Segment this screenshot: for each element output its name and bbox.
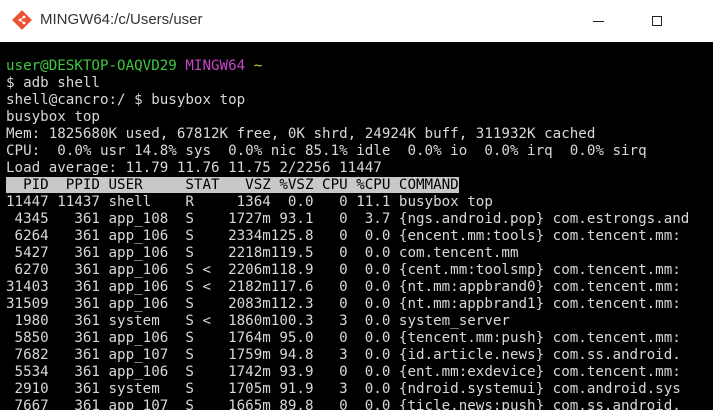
command-line: shell@cancro:/ $ busybox top	[6, 92, 246, 108]
table-row: 5427 361 app_106 S 2218m119.5 0 0.0 com.…	[6, 245, 519, 261]
table-row: 1980 361 system S < 1860m100.3 3 0.0 sys…	[6, 313, 510, 329]
git-bash-icon	[12, 10, 32, 30]
table-row: 31509 361 app_106 S 2083m112.3 0 0.0 {nt…	[6, 296, 681, 312]
mem-line: Mem: 1825680K used, 67812K free, 0K shrd…	[6, 126, 596, 142]
load-average-line: Load average: 11.79 11.76 11.75 2/2256 1…	[6, 160, 382, 176]
window-title: MINGW64:/c/Users/user	[40, 11, 203, 28]
table-row: 11447 11437 shell R 1364 0.0 0 11.1 busy…	[6, 194, 493, 210]
table-header-text: PID PPID USER STAT VSZ %VSZ CPU %CPU COM…	[6, 177, 459, 193]
prompt-user-host: user@DESKTOP-OAQVD29	[6, 58, 177, 74]
output-line: busybox top	[6, 109, 100, 125]
minimize-button[interactable]	[575, 0, 621, 42]
prompt-shell: MINGW64	[185, 58, 246, 74]
table-row: 31403 361 app_106 S < 2182m117.6 0 0.0 {…	[6, 279, 681, 295]
terminal-output[interactable]: user@DESKTOP-OAQVD29 MINGW64 ~ $ adb she…	[0, 42, 713, 410]
minimize-icon	[592, 20, 604, 22]
table-row: 7667 361 app_107 S 1665m 89.8 0 0.0 {tic…	[6, 398, 681, 410]
table-row: 5534 361 app_106 S 1742m 93.9 0 0.0 {ent…	[6, 364, 681, 380]
prompt-line: user@DESKTOP-OAQVD29 MINGW64 ~	[6, 58, 262, 75]
cpu-line: CPU: 0.0% usr 14.8% sys 0.0% nic 85.1% i…	[6, 143, 647, 159]
title-bar: MINGW64:/c/Users/user	[0, 0, 713, 42]
table-row: 4345 361 app_108 S 1727m 93.1 0 3.7 {ngs…	[6, 211, 690, 227]
prompt-path: ~	[253, 58, 263, 74]
table-row: 7682 361 app_107 S 1759m 94.8 3 0.0 {id.…	[6, 347, 681, 363]
process-table-header: PID PPID USER STAT VSZ %VSZ CPU %CPU COM…	[6, 177, 459, 194]
table-row: 5850 361 app_106 S 1764m 95.0 0 0.0 {ten…	[6, 330, 681, 346]
table-row: 2910 361 system S 1705m 91.9 3 0.0 {ndro…	[6, 381, 681, 397]
table-row: 6264 361 app_106 S 2334m125.8 0 0.0 {enc…	[6, 228, 681, 244]
table-row: 6270 361 app_106 S < 2206m118.9 0 0.0 {c…	[6, 262, 681, 278]
maximize-button[interactable]	[634, 0, 680, 42]
command-line: $ adb shell	[6, 75, 100, 91]
maximize-icon	[652, 16, 662, 26]
